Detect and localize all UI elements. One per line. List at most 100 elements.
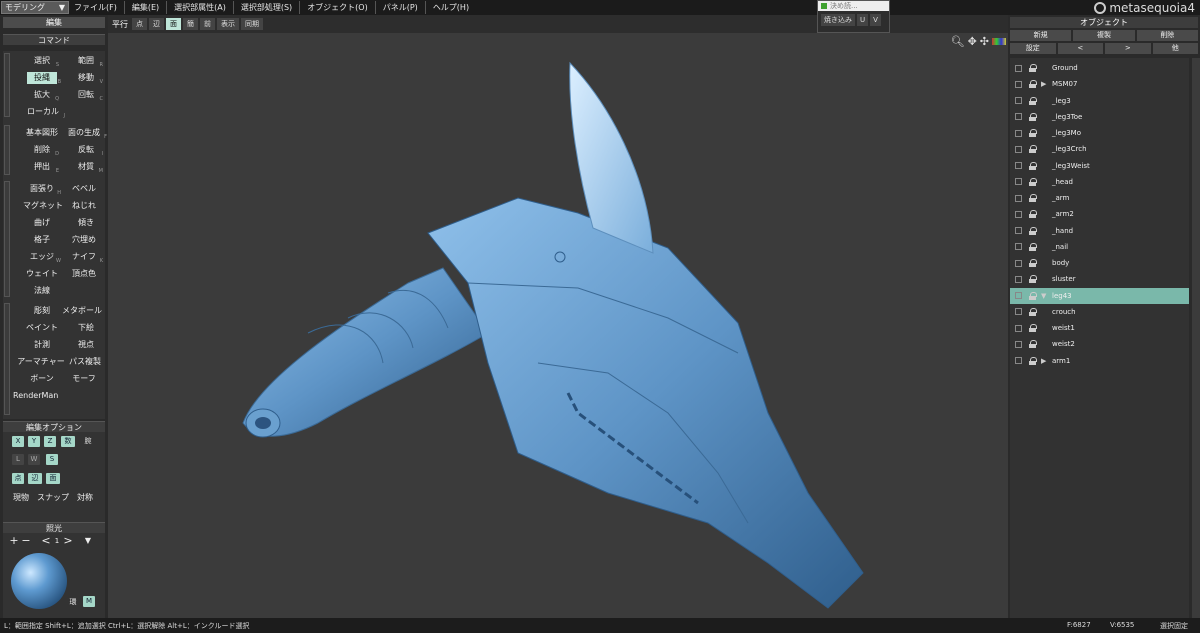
object-row[interactable]: sluster: [1010, 271, 1189, 287]
menu-file[interactable]: ファイル(F): [69, 0, 122, 15]
select-button[interactable]: 選択 S: [29, 55, 59, 68]
normal-button[interactable]: 法線: [29, 285, 55, 297]
axis-z-toggle[interactable]: Z: [44, 436, 56, 447]
bend-button[interactable]: 曲げ: [29, 217, 55, 229]
object-row[interactable]: _arm2: [1010, 206, 1189, 222]
menu-select-process[interactable]: 選択部処理(S): [236, 0, 297, 15]
metaball-button[interactable]: メタボール: [61, 305, 103, 317]
select-vertex-toggle[interactable]: 点: [12, 473, 24, 484]
visibility-checkbox[interactable]: [1015, 292, 1022, 299]
fill-hole-button[interactable]: 穴埋め: [69, 234, 99, 246]
object-row[interactable]: _head: [1010, 174, 1189, 190]
visibility-checkbox[interactable]: [1015, 210, 1022, 218]
lock-icon[interactable]: [1029, 291, 1037, 300]
menu-edit[interactable]: 編集(E): [127, 0, 164, 15]
bake-button[interactable]: 焼き込み: [821, 14, 855, 26]
renderman-button[interactable]: RenderMan: [13, 390, 58, 402]
object-settings-button[interactable]: 設定: [1010, 43, 1056, 54]
visibility-checkbox[interactable]: [1015, 357, 1022, 364]
snap-button[interactable]: スナップ: [37, 492, 69, 504]
lock-icon[interactable]: [1029, 177, 1037, 186]
lock-icon[interactable]: [1029, 210, 1037, 219]
measure-button[interactable]: 計測: [29, 339, 55, 351]
visibility-checkbox[interactable]: [1015, 194, 1022, 202]
visibility-checkbox[interactable]: [1015, 113, 1022, 121]
magnet-button[interactable]: マグネット: [23, 200, 63, 212]
visibility-checkbox[interactable]: [1015, 64, 1022, 72]
select-face-toggle[interactable]: 面: [46, 473, 60, 484]
frame-screen-toggle[interactable]: S: [46, 454, 58, 465]
arm-option[interactable]: 腕: [81, 436, 95, 447]
knife-button[interactable]: ナイフ K: [69, 251, 103, 264]
visibility-checkbox[interactable]: [1015, 308, 1022, 316]
lock-icon[interactable]: [1029, 80, 1037, 89]
sculpt-button[interactable]: 彫刻: [29, 305, 55, 317]
delete-button[interactable]: 削除 D: [29, 144, 59, 157]
lock-icon[interactable]: [1029, 226, 1037, 235]
lock-icon[interactable]: [1029, 112, 1037, 121]
display-button[interactable]: 表示: [217, 18, 239, 30]
lock-icon[interactable]: [1029, 129, 1037, 137]
delete-object-button[interactable]: 削除: [1136, 30, 1198, 41]
menu-select-attr[interactable]: 選択部属性(A): [169, 0, 231, 15]
visibility-checkbox[interactable]: [1015, 227, 1022, 234]
actual-option-button[interactable]: 現物: [9, 492, 33, 504]
numeric-toggle[interactable]: 数: [61, 436, 75, 447]
face-create-button[interactable]: 面の生成 F: [65, 127, 107, 140]
tilt-button[interactable]: 傾き: [73, 217, 99, 229]
material-button[interactable]: 材質 M: [73, 161, 103, 174]
lasso-button[interactable]: 投縄 B: [27, 72, 61, 85]
paint-button[interactable]: ペイント: [25, 322, 59, 334]
object-row[interactable]: body: [1010, 255, 1189, 271]
range-button[interactable]: 範囲 R: [73, 55, 103, 68]
object-list-scrollbar[interactable]: [1192, 58, 1200, 618]
symmetry-button[interactable]: 対称: [73, 492, 97, 504]
edge-button[interactable]: エッジ W: [27, 251, 61, 264]
visibility-checkbox[interactable]: [1015, 259, 1022, 267]
scale-button[interactable]: 拡大 Q: [29, 89, 59, 102]
axis-y-toggle[interactable]: Y: [28, 436, 40, 447]
object-row[interactable]: Ground: [1010, 60, 1189, 76]
extrude-button[interactable]: 押出 E: [29, 161, 59, 174]
lock-icon[interactable]: [1029, 275, 1037, 284]
visibility-checkbox[interactable]: [1015, 340, 1022, 348]
visibility-checkbox[interactable]: [1015, 324, 1022, 332]
visibility-checkbox[interactable]: [1015, 97, 1022, 104]
flip-button[interactable]: 反転 I: [73, 144, 103, 157]
lock-icon[interactable]: [1029, 96, 1037, 105]
object-row[interactable]: ▶ MSM07: [1010, 76, 1189, 92]
face-stretch-button[interactable]: 面張り H: [27, 183, 61, 196]
visibility-checkbox[interactable]: [1015, 178, 1022, 186]
object-row[interactable]: weist2: [1010, 336, 1189, 352]
next-light-icon[interactable]: >: [63, 535, 73, 547]
object-prev-button[interactable]: <: [1057, 43, 1103, 54]
light-m-toggle[interactable]: M: [83, 596, 95, 607]
menu-object[interactable]: オブジェクト(O): [302, 0, 373, 15]
underlay-button[interactable]: 下絵: [73, 322, 99, 334]
object-row[interactable]: ▼ leg43: [1010, 287, 1189, 304]
simple-button[interactable]: 簡: [183, 18, 198, 30]
add-light-icon[interactable]: +: [9, 535, 19, 547]
twist-button[interactable]: ねじれ: [69, 200, 99, 212]
bake-v-button[interactable]: V: [870, 14, 881, 26]
remove-light-icon[interactable]: −: [21, 535, 31, 547]
lock-icon[interactable]: [1029, 356, 1037, 365]
rotate-button[interactable]: 回転 C: [73, 89, 103, 102]
visibility-checkbox[interactable]: [1015, 162, 1022, 169]
move-button[interactable]: 移動 V: [73, 72, 103, 85]
menu-help[interactable]: ヘルプ(H): [428, 0, 474, 15]
sync-button[interactable]: 同期: [241, 18, 263, 30]
object-row[interactable]: _leg3: [1010, 93, 1189, 109]
path-clone-button[interactable]: パス複製: [67, 356, 103, 368]
new-object-button[interactable]: 新規: [1010, 30, 1072, 41]
mode-select[interactable]: モデリング ▼: [1, 1, 69, 14]
prev-light-icon[interactable]: <: [41, 535, 51, 547]
armature-button[interactable]: アーマチャー: [17, 356, 65, 368]
vertex-color-button[interactable]: 頂点色: [69, 268, 99, 280]
object-row[interactable]: _leg3Mo: [1010, 125, 1189, 141]
weight-button[interactable]: ウェイト: [25, 268, 59, 280]
visibility-checkbox[interactable]: [1015, 243, 1022, 251]
object-row[interactable]: _arm: [1010, 190, 1189, 206]
primitive-button[interactable]: 基本図形: [23, 127, 61, 139]
expand-icon[interactable]: ▶: [1041, 357, 1049, 365]
